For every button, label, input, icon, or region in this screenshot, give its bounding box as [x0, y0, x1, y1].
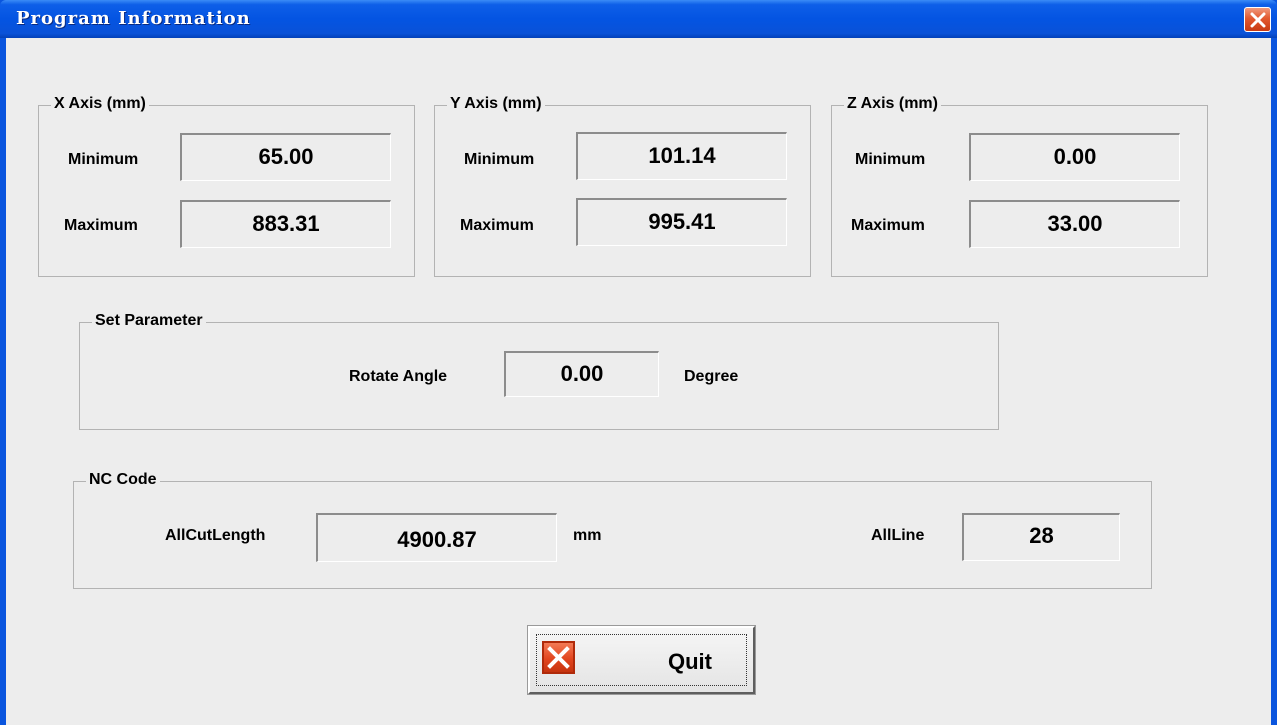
- y-axis-group: Y Axis (mm) Minimum 101.14 Maximum 995.4…: [434, 95, 811, 277]
- z-min-value: 0.00: [969, 133, 1180, 181]
- title-bar[interactable]: Program Information: [0, 0, 1277, 38]
- x-min-value: 65.00: [180, 133, 391, 181]
- x-axis-title: X Axis (mm): [51, 95, 149, 113]
- set-parameter-title: Set Parameter: [92, 312, 206, 330]
- y-max-label: Maximum: [460, 217, 534, 234]
- y-max-value: 995.41: [576, 198, 787, 246]
- rotate-angle-unit: Degree: [684, 368, 739, 385]
- z-axis-group: Z Axis (mm) Minimum 0.00 Maximum 33.00: [831, 95, 1208, 277]
- quit-button[interactable]: Quit: [527, 625, 756, 695]
- all-line-value: 28: [962, 513, 1120, 561]
- all-cut-length-unit: mm: [573, 527, 602, 544]
- rotate-angle-value: 0.00: [504, 351, 659, 397]
- z-max-value: 33.00: [969, 200, 1180, 248]
- x-axis-group: X Axis (mm) Minimum 65.00 Maximum 883.31: [38, 95, 415, 277]
- y-min-value: 101.14: [576, 132, 787, 180]
- x-max-value: 883.31: [180, 200, 391, 248]
- all-cut-length-label: AllCutLength: [165, 527, 266, 544]
- rotate-angle-label: Rotate Angle: [349, 368, 448, 385]
- y-min-label: Minimum: [464, 151, 535, 168]
- close-icon: [1250, 12, 1266, 28]
- x-min-label: Minimum: [68, 151, 139, 168]
- z-min-label: Minimum: [855, 151, 926, 168]
- all-line-label: AllLine: [871, 527, 925, 544]
- quit-x-icon: [542, 641, 575, 674]
- z-max-label: Maximum: [851, 217, 925, 234]
- program-information-dialog: Program Information X Axis (mm) Minimum …: [0, 0, 1277, 725]
- all-cut-length-value: 4900.87: [316, 513, 557, 562]
- nc-code-group: NC Code AllCutLength 4900.87 mm AllLine …: [73, 471, 1152, 589]
- quit-label: Quit: [668, 649, 712, 674]
- y-axis-title: Y Axis (mm): [447, 95, 545, 113]
- z-axis-title: Z Axis (mm): [844, 95, 941, 113]
- set-parameter-group: Set Parameter Rotate Angle 0.00 Degree: [79, 312, 999, 430]
- window-title: Program Information: [16, 8, 251, 29]
- close-button[interactable]: [1244, 7, 1271, 32]
- nc-code-title: NC Code: [86, 471, 160, 489]
- x-max-label: Maximum: [64, 217, 138, 234]
